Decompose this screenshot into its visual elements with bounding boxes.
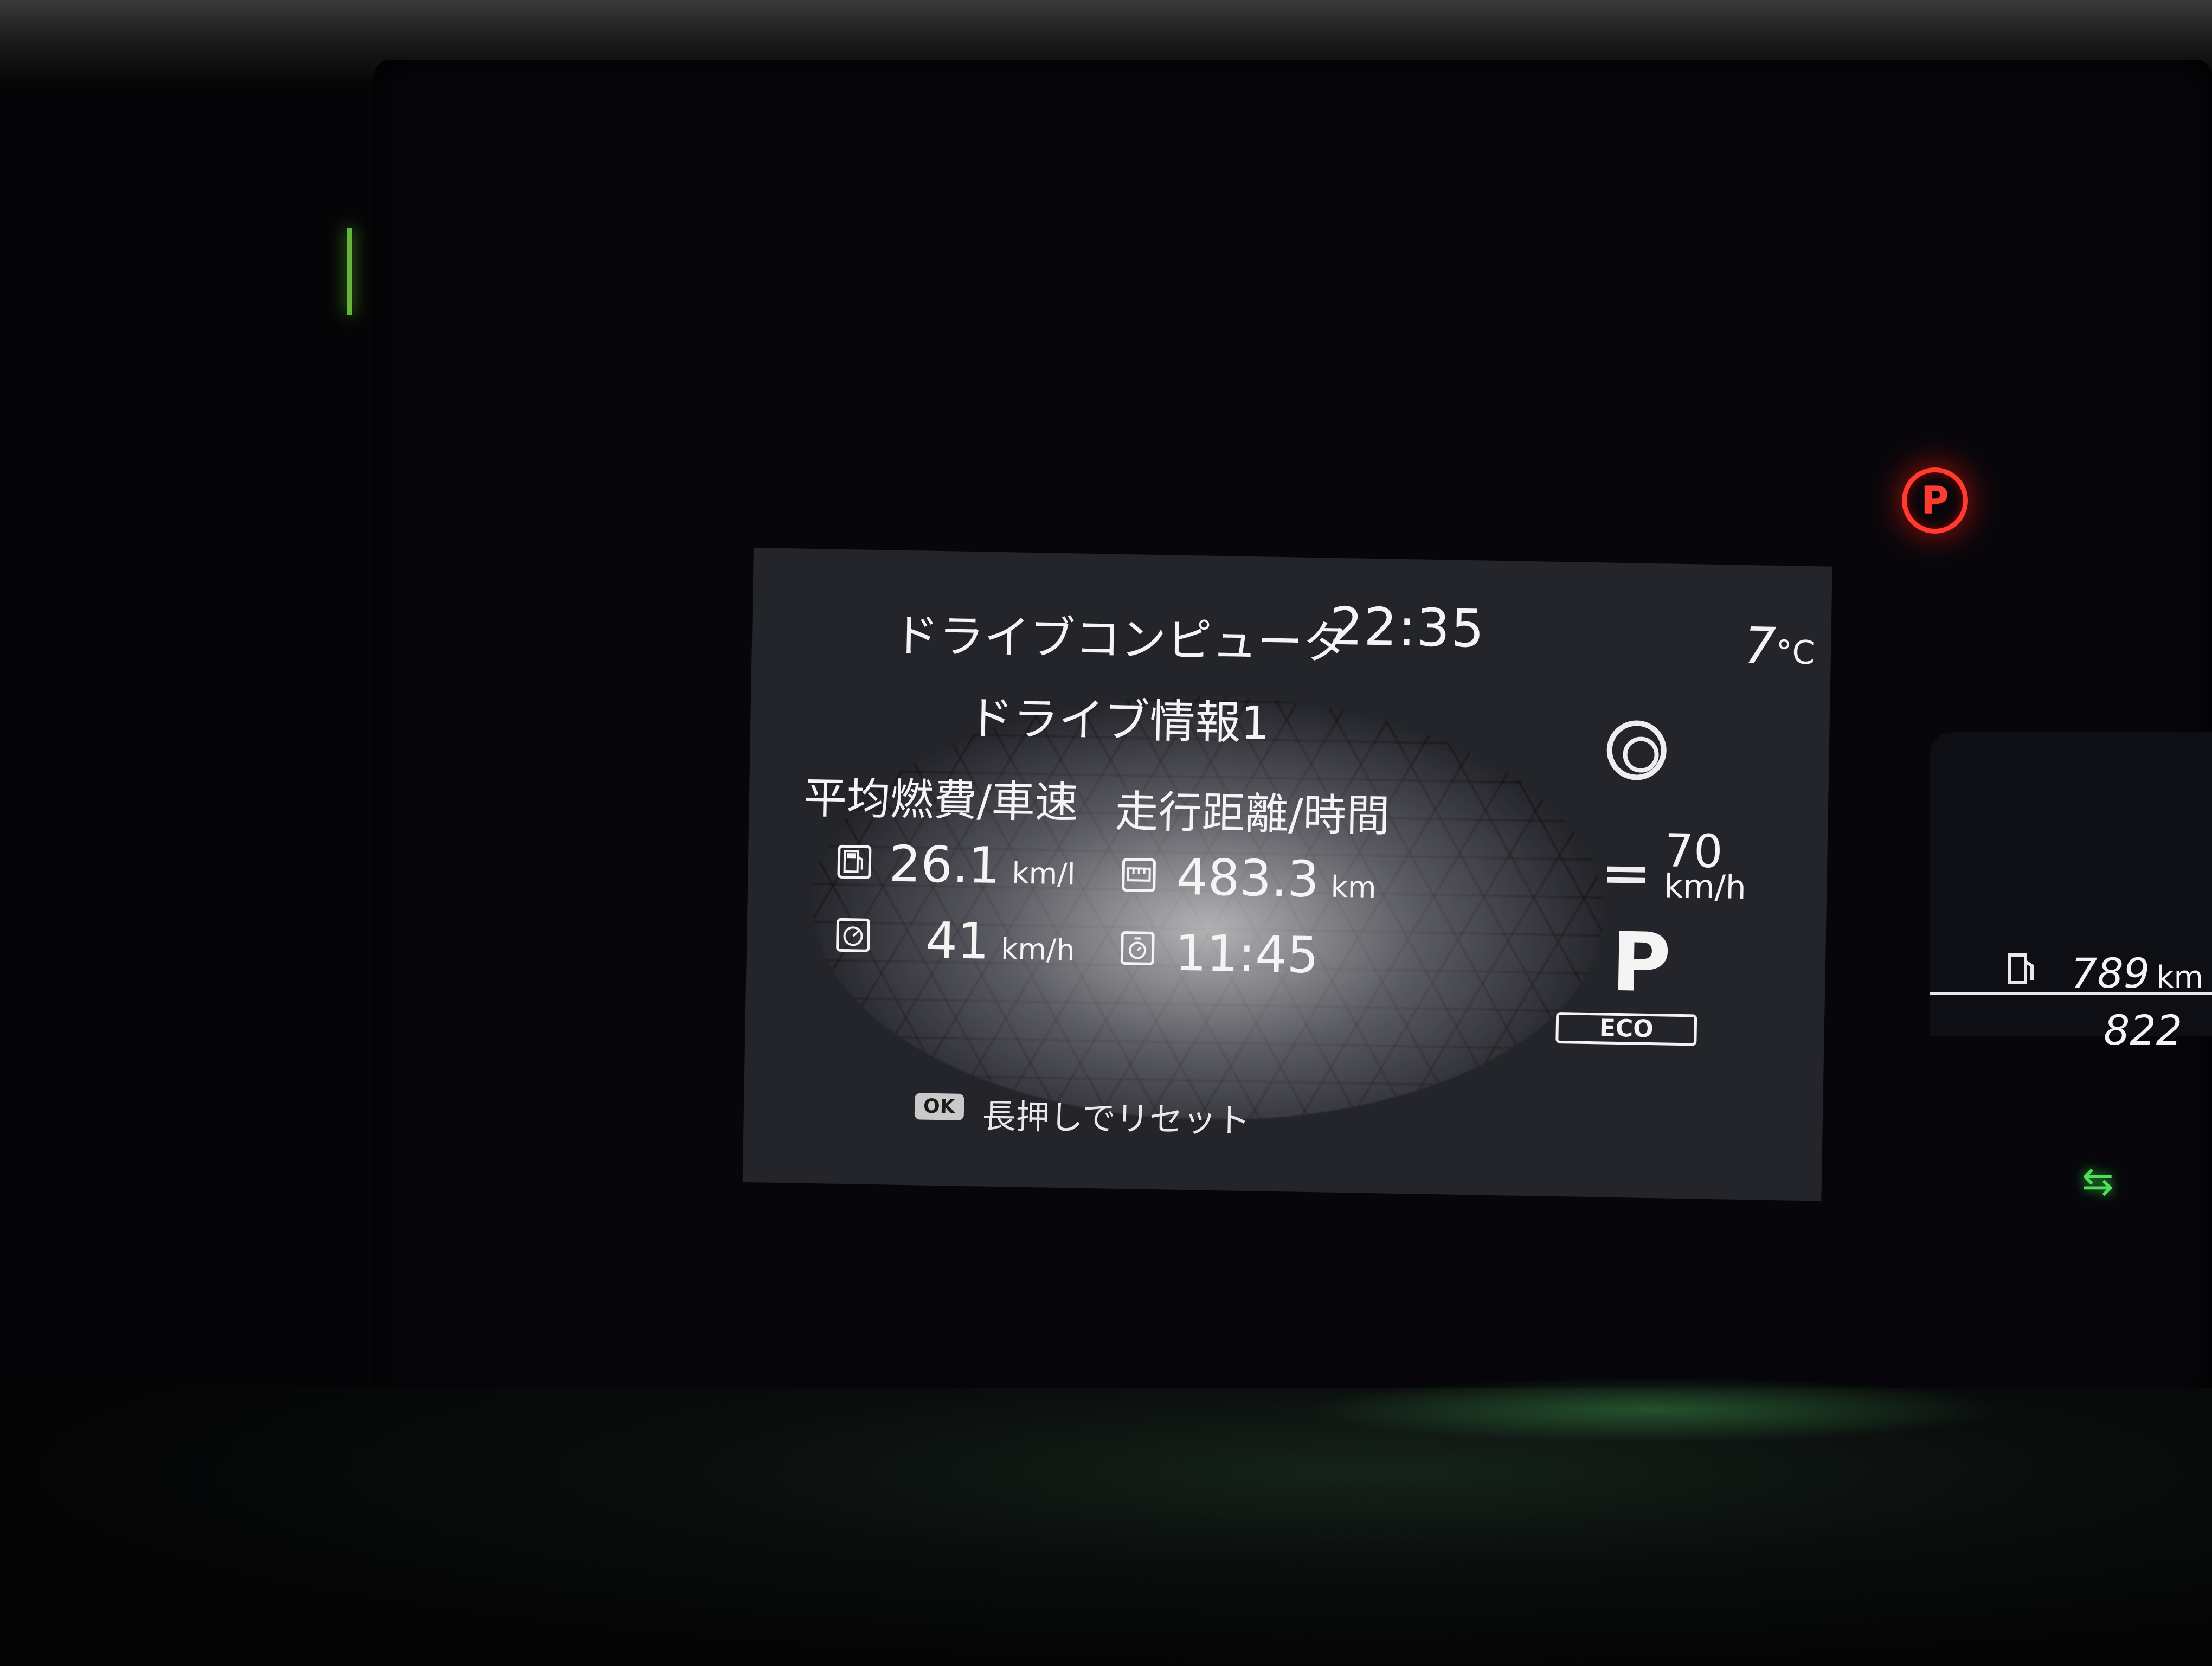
remaining-range-unit: km [2156, 960, 2204, 995]
gear-indicator: P [1610, 915, 1672, 1011]
eco-mode-badge: ECO [1555, 1011, 1697, 1046]
trip-distance-value: 483.3 [1175, 848, 1320, 909]
clock: 22:35 [1329, 595, 1486, 659]
screen-subtitle: ドライブ情報1 [967, 691, 1270, 750]
background-mesh [808, 690, 1608, 1127]
avg-fuel-economy-unit: km/l [1011, 856, 1076, 892]
ambient-green-glow [1301, 1377, 2006, 1443]
avg-speed-unit: km/h [1000, 932, 1076, 967]
trip-duration: 11:45 [1174, 924, 1319, 985]
avg-fuel-economy: 26.1 km/l [889, 835, 1076, 896]
odometer-partial: 822 [2104, 1006, 2183, 1054]
right-column-header: 走行距離/時間 [1114, 786, 1391, 842]
fuel-pump-icon [837, 844, 872, 879]
left-column-header: 平均燃費/車速 [803, 772, 1079, 828]
dashboard-scene: P ドライブコンピュータ 22:35 7°C ドライブ情報1 平均燃費/車速 走… [0, 0, 2212, 1666]
speedometer-icon [836, 918, 871, 952]
avg-fuel-economy-value: 26.1 [888, 835, 1001, 895]
parking-brake-label: P [1921, 478, 1949, 523]
trip-duration-value: 11:45 [1174, 924, 1320, 985]
drive-computer-screen: ドライブコンピュータ 22:35 7°C ドライブ情報1 平均燃費/車速 走行距… [742, 548, 1832, 1201]
cruise-unit: km/h [1663, 867, 1747, 907]
temperature-value: 7 [1744, 616, 1777, 675]
stopwatch-icon [1120, 931, 1155, 966]
reset-hint: 長押しでリセット [982, 1096, 1251, 1141]
trip-distance-unit: km [1330, 869, 1377, 905]
green-reflection [347, 228, 352, 315]
avg-speed-value: 41 [925, 911, 990, 971]
remaining-range-value: 789 [2071, 949, 2150, 997]
parking-brake-lamp-icon: P [1902, 467, 1968, 534]
cruise-bars-icon [1607, 867, 1645, 886]
car-indicator-icon: ⇆ [2082, 1159, 2114, 1203]
outside-temperature: 7°C [1744, 617, 1815, 676]
trip-distance: 483.3 km [1176, 848, 1377, 909]
remaining-range: 789 km [2071, 949, 2203, 997]
screen-title: ドライブコンピュータ [892, 608, 1349, 670]
fuel-pump-icon [2006, 952, 2039, 990]
temperature-unit: °C [1775, 633, 1815, 672]
ok-button-badge: OK [914, 1093, 964, 1120]
avg-speed: 41 km/h [925, 912, 1075, 972]
odometer-icon [1122, 857, 1156, 893]
driver-assist-icon [1606, 720, 1667, 781]
